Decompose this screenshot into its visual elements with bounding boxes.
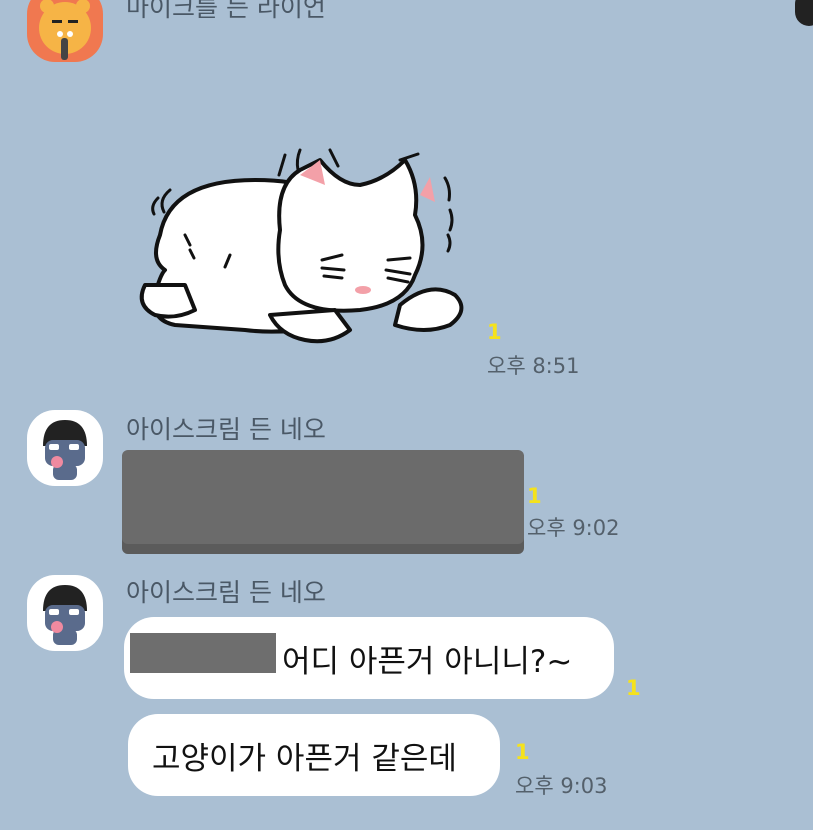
message-text: 어디 아픈거 아니니?~ — [282, 643, 573, 680]
unread-count: 1 — [527, 484, 542, 508]
sender-name: 마이크를 든 라이언 — [126, 0, 326, 22]
unread-count: 1 — [626, 676, 641, 700]
unread-count: 1 — [487, 320, 502, 344]
corner-button[interactable] — [795, 0, 813, 26]
neo-icon — [43, 420, 87, 480]
redacted-image[interactable] — [122, 450, 524, 554]
sender-name: 아이스크림 든 네오 — [126, 415, 326, 444]
avatar-ryan[interactable] — [27, 0, 103, 62]
message-text: 고양이가 아픈거 같은데 — [152, 740, 457, 777]
message-time: 오후 9:03 — [515, 774, 608, 798]
message-time: 오후 9:02 — [527, 516, 620, 540]
crying-cat-sticker[interactable] — [130, 140, 480, 355]
unread-count: 1 — [515, 740, 530, 764]
avatar-neo[interactable] — [27, 575, 103, 651]
redacted-text — [130, 633, 276, 673]
neo-icon — [43, 585, 87, 645]
ryan-icon — [39, 0, 91, 60]
message-bubble[interactable]: 고양이가 아픈거 같은데 — [128, 714, 500, 796]
avatar-neo[interactable] — [27, 410, 103, 486]
sender-name: 아이스크림 든 네오 — [126, 578, 326, 607]
message-bubble[interactable]: 어디 아픈거 아니니?~ — [124, 617, 614, 699]
message-time: 오후 8:51 — [487, 354, 580, 378]
